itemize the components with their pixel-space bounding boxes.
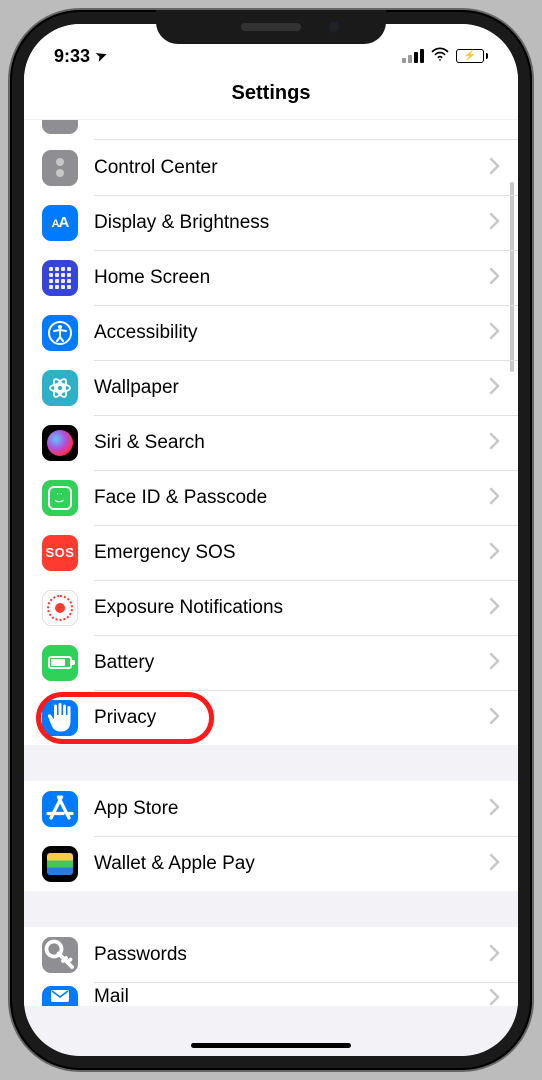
siri-icon: [42, 425, 78, 461]
list-item-wallpaper[interactable]: Wallpaper: [24, 360, 518, 415]
chevron-right-icon: [489, 265, 500, 291]
row-label: Face ID & Passcode: [94, 487, 489, 509]
chevron-right-icon: [489, 595, 500, 621]
chevron-right-icon: [489, 485, 500, 511]
chevron-right-icon: [489, 942, 500, 968]
chevron-right-icon: [489, 705, 500, 731]
hand-icon: [42, 700, 78, 736]
battery-status-icon: ⚡: [456, 49, 488, 63]
status-time: 9:33: [54, 46, 90, 67]
row-label: Wallpaper: [94, 377, 489, 399]
wallpaper-icon: [42, 370, 78, 406]
row-label: Wallet & Apple Pay: [94, 853, 489, 875]
screen: 9:33 ➤ ⚡ Settings: [24, 24, 518, 1056]
home-indicator[interactable]: [191, 1043, 351, 1048]
row-label: Passwords: [94, 944, 489, 966]
row-label: Exposure Notifications: [94, 597, 489, 619]
row-label: Control Center: [94, 157, 489, 179]
chevron-right-icon: [489, 210, 500, 236]
chevron-right-icon: [489, 796, 500, 822]
chevron-right-icon: [489, 851, 500, 877]
chevron-right-icon: [489, 375, 500, 401]
sos-icon: SOS: [42, 535, 78, 571]
chevron-right-icon: [489, 320, 500, 346]
list-item-passwords[interactable]: Passwords: [24, 927, 518, 982]
display-brightness-icon: AA: [42, 205, 78, 241]
row-label: Battery: [94, 652, 489, 674]
list-item-faceid-passcode[interactable]: Face ID & Passcode: [24, 470, 518, 525]
settings-list[interactable]: Control Center AA Display & Brightness H…: [24, 120, 518, 1056]
list-item-control-center[interactable]: Control Center: [24, 140, 518, 195]
row-label: Emergency SOS: [94, 542, 489, 564]
list-item-home-screen[interactable]: Home Screen: [24, 250, 518, 305]
list-item-wallet-apple-pay[interactable]: Wallet & Apple Pay: [24, 836, 518, 891]
exposure-icon: [42, 590, 78, 626]
list-item-exposure-notifications[interactable]: Exposure Notifications: [24, 580, 518, 635]
row-label: Display & Brightness: [94, 212, 489, 234]
row-label: Home Screen: [94, 267, 489, 289]
location-icon: ➤: [94, 47, 110, 66]
list-item-display-brightness[interactable]: AA Display & Brightness: [24, 195, 518, 250]
page-title: Settings: [24, 74, 518, 120]
key-icon: [42, 937, 78, 973]
list-item-app-store[interactable]: App Store: [24, 781, 518, 836]
list-item-partial: [24, 120, 518, 140]
cellular-signal-icon: [402, 49, 424, 63]
list-item-privacy[interactable]: Privacy: [24, 690, 518, 745]
chevron-right-icon: [489, 540, 500, 566]
chevron-right-icon: [489, 650, 500, 676]
row-label: Privacy: [94, 707, 489, 729]
app-store-icon: [42, 791, 78, 827]
list-item-battery[interactable]: Battery: [24, 635, 518, 690]
list-item-accessibility[interactable]: Accessibility: [24, 305, 518, 360]
row-label: Accessibility: [94, 322, 489, 344]
list-item-mail[interactable]: Mail: [24, 982, 518, 1006]
faceid-icon: [42, 480, 78, 516]
chevron-right-icon: [489, 430, 500, 456]
wifi-icon: [430, 44, 450, 69]
row-label: App Store: [94, 798, 489, 820]
chevron-right-icon: [489, 986, 500, 1006]
control-center-icon: [42, 150, 78, 186]
accessibility-icon: [42, 315, 78, 351]
chevron-right-icon: [489, 155, 500, 181]
row-label: Mail: [94, 986, 489, 1006]
phone-frame: 9:33 ➤ ⚡ Settings: [10, 10, 532, 1070]
list-item-siri-search[interactable]: Siri & Search: [24, 415, 518, 470]
home-screen-icon: [42, 260, 78, 296]
list-item-emergency-sos[interactable]: SOS Emergency SOS: [24, 525, 518, 580]
notch: [156, 10, 386, 44]
mail-icon: [42, 986, 78, 1006]
wallet-icon: [42, 846, 78, 882]
row-label: Siri & Search: [94, 432, 489, 454]
battery-icon: [42, 645, 78, 681]
